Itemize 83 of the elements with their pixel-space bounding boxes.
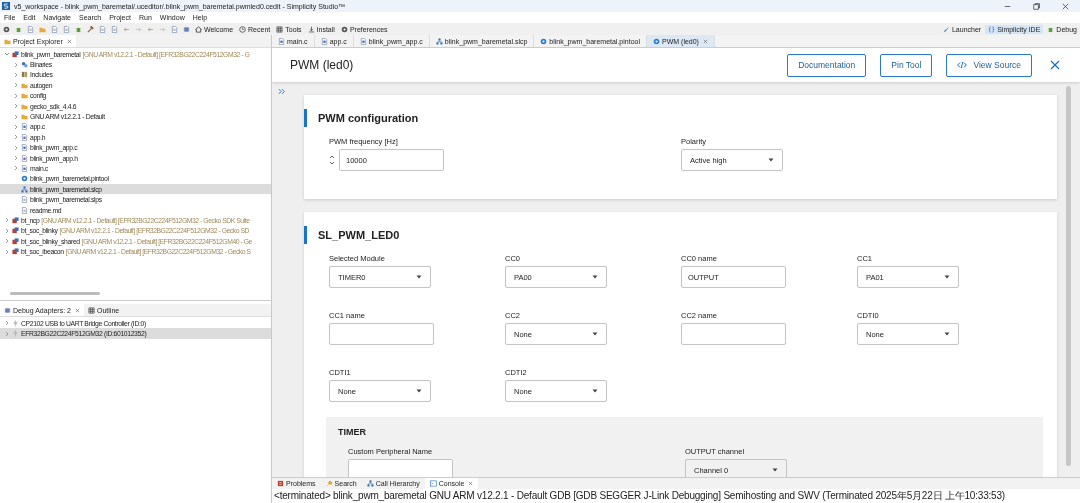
- file-icon: [27, 25, 34, 33]
- hierarchy-icon: [366, 480, 374, 487]
- home-icon: [195, 25, 202, 33]
- caret-down-icon: [416, 389, 422, 393]
- project-icon: [12, 227, 19, 235]
- tab-close-icon[interactable]: [75, 307, 80, 313]
- back-arrow-icon: [147, 25, 154, 33]
- caret-down-icon: [768, 158, 774, 162]
- plug-icon: [12, 330, 19, 338]
- component-icon: [653, 37, 660, 45]
- binary-icon: [21, 61, 28, 69]
- download-icon: [307, 25, 315, 33]
- forward-arrow-icon: [135, 25, 142, 33]
- section-title: PWM configuration: [304, 109, 1057, 127]
- caret-down-icon: [944, 275, 950, 279]
- gear-icon: [340, 25, 348, 33]
- c-file-icon: [21, 144, 28, 152]
- subsection-title: TIMER: [337, 427, 367, 437]
- file-icon: [51, 25, 58, 33]
- project-icon: [12, 50, 19, 58]
- bug-icon: [15, 25, 22, 33]
- file-icon: [111, 25, 118, 33]
- forward-arrow-icon: [159, 25, 166, 33]
- c-file-icon: [21, 165, 28, 172]
- grid-icon: [88, 306, 95, 314]
- spinner-arrows-icon[interactable]: [329, 153, 335, 167]
- console-icon: [429, 480, 437, 487]
- file-icon: [171, 25, 178, 33]
- restore-icon[interactable]: [1032, 1, 1041, 11]
- file-icon: [21, 206, 28, 214]
- text-field[interactable]: [348, 459, 453, 477]
- caret-down-icon: [416, 275, 422, 279]
- plug-icon: [12, 319, 19, 327]
- expanded-caret-icon[interactable]: [4, 51, 10, 58]
- grid-icon: [276, 25, 284, 33]
- scrollbar[interactable]: [1066, 86, 1071, 466]
- braces-icon: [988, 25, 996, 33]
- project-icon: [12, 216, 19, 224]
- project-icon: [12, 248, 19, 256]
- back-arrow-icon: [123, 25, 130, 33]
- gear-icon: [3, 25, 10, 33]
- caret-down-icon: [592, 332, 598, 336]
- caret-down-icon: [592, 389, 598, 393]
- error-icon: [277, 480, 284, 487]
- clock-icon: [239, 25, 247, 33]
- close-icon[interactable]: [1061, 1, 1070, 11]
- console-output: <terminated> blink_pwm_baremetal GNU ARM v12.2.1 - Default GDB [GDB SEGGER J-Link Debugging] Semihosting and SWV (Terminated 2025年5月22日 上午10:33:53): [273, 489, 1006, 502]
- app-logo-icon: [2, 2, 10, 10]
- expand-chevron-icon[interactable]: [278, 88, 286, 95]
- caret-down-icon: [592, 275, 598, 279]
- section-title: SL_PWM_LED0: [304, 226, 1057, 244]
- library-icon: [21, 71, 28, 79]
- bug-icon: [1047, 25, 1055, 33]
- caret-down-icon: [772, 468, 778, 472]
- c-file-icon: [21, 123, 28, 131]
- outline-button[interactable]: Pin Tool: [880, 53, 933, 77]
- tab-close-icon[interactable]: [468, 481, 474, 486]
- text-field[interactable]: [329, 323, 434, 345]
- scrollbar[interactable]: [10, 292, 100, 295]
- outline-button[interactable]: View Source: [946, 53, 1032, 77]
- close-icon[interactable]: [1050, 60, 1060, 70]
- code-icon: [957, 60, 968, 70]
- caret-down-icon: [944, 332, 950, 336]
- text-field[interactable]: [681, 323, 786, 345]
- gear-icon: [21, 175, 28, 183]
- folder-icon: [39, 25, 46, 33]
- bug-icon: [75, 25, 82, 33]
- hammer-icon: [87, 25, 94, 33]
- chip-icon: [4, 306, 11, 314]
- file-icon: [63, 25, 70, 33]
- file-icon: [99, 25, 106, 33]
- tab-close-icon[interactable]: [702, 38, 708, 44]
- project-icon: [12, 237, 19, 245]
- outline-button[interactable]: Documentation: [787, 53, 867, 77]
- chip-icon: [183, 25, 190, 33]
- file-icon: [21, 196, 28, 204]
- tab-close-icon[interactable]: [66, 38, 72, 44]
- h-file-icon: [21, 154, 28, 162]
- folder-icon: [4, 37, 11, 45]
- editor-title: PWM (led0): [290, 58, 354, 72]
- hierarchy-icon: [435, 37, 443, 45]
- h-file-icon: [21, 133, 28, 141]
- hierarchy-icon: [21, 185, 28, 193]
